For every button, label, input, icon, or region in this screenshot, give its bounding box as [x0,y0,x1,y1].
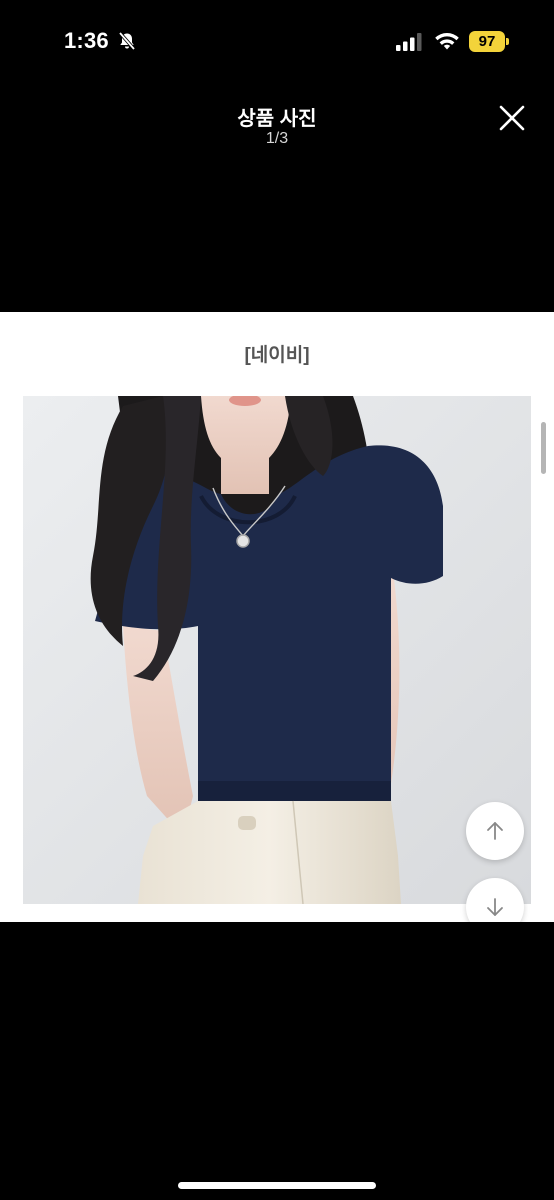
battery-icon: 97 [469,31,505,52]
bell-slash-icon [118,31,136,51]
scrollbar[interactable] [541,422,546,474]
image-counter: 1/3 [265,130,289,147]
status-bar: 1:36 97 [0,0,554,80]
viewer-title: 상품 사진 [237,108,317,130]
product-photo [23,396,531,904]
scroll-up-button[interactable] [466,802,524,860]
home-indicator[interactable] [178,1182,376,1189]
close-icon[interactable] [496,102,528,134]
status-time: 1:36 [64,28,109,53]
viewer-header: 상품 사진 1/3 [0,80,554,312]
battery-tip [506,38,509,45]
arrow-down-icon [487,898,503,916]
wifi-icon [435,33,459,50]
color-caption: [네이비] [244,345,310,366]
cellular-signal-icon [396,33,422,51]
arrow-up-icon [487,822,503,840]
product-detail-content[interactable]: [네이비] [0,312,554,922]
